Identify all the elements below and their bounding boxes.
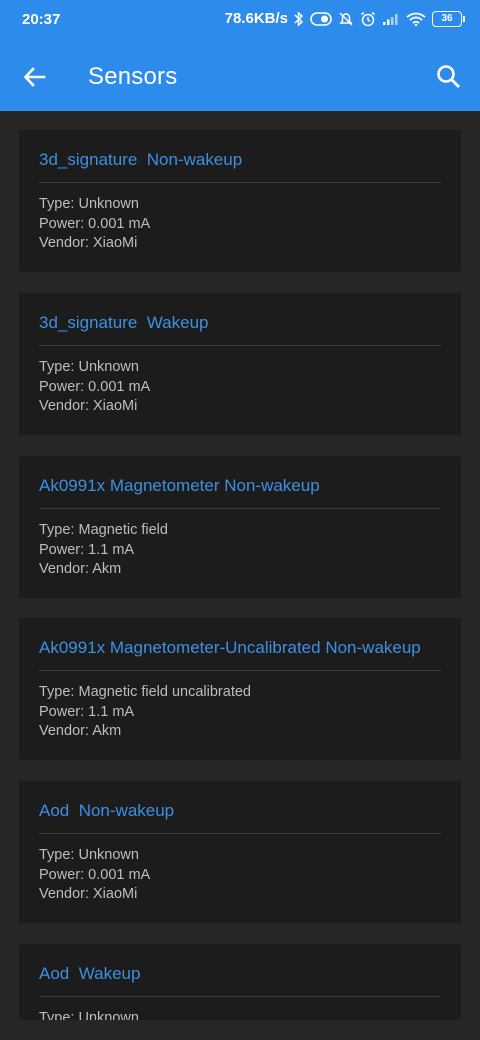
- sensor-power: Power: 1.1 mA: [39, 541, 135, 558]
- sensor-list[interactable]: 3d_signature Non-wakeup Type: Unknown Po…: [0, 111, 480, 1040]
- sensor-vendor: Vendor: Akm: [39, 723, 122, 739]
- sensor-name: Ak0991x Magnetometer-Uncalibrated Non-wa…: [39, 638, 421, 657]
- search-icon: [437, 65, 460, 88]
- sensor-name: Aod Wakeup: [39, 964, 141, 983]
- divider: [39, 182, 441, 183]
- sensor-card[interactable]: Aod Non-wakeup Type: Unknown Power: 0.00…: [19, 781, 461, 923]
- sensor-type: Type: Unknown: [39, 1010, 139, 1020]
- status-bar: 20:37 78.6KB/s 36: [0, 0, 480, 40]
- back-button[interactable]: [20, 62, 50, 92]
- sensor-vendor: Vendor: XiaoMi: [39, 235, 138, 251]
- battery-icon: 36: [432, 10, 465, 27]
- sensor-type: Type: Unknown: [39, 847, 139, 863]
- sensor-name: Ak0991x Magnetometer Non-wakeup: [39, 476, 320, 495]
- sensor-card[interactable]: Ak0991x Magnetometer Non-wakeup Type: Ma…: [19, 456, 461, 598]
- sensor-card[interactable]: Ak0991x Magnetometer-Uncalibrated Non-wa…: [19, 618, 461, 760]
- wifi-icon: [406, 12, 426, 26]
- sensor-vendor: Vendor: Akm: [39, 561, 122, 577]
- sensor-type: Type: Unknown: [39, 359, 139, 375]
- sensor-card[interactable]: 3d_signature Wakeup Type: Unknown Power:…: [19, 293, 461, 435]
- alarm-icon: [360, 11, 376, 27]
- sensor-name: 3d_signature Non-wakeup: [39, 150, 243, 169]
- sensor-card[interactable]: 3d_signature Non-wakeup Type: Unknown Po…: [19, 130, 461, 272]
- divider: [39, 996, 441, 997]
- sensor-type: Type: Unknown: [39, 196, 139, 212]
- status-icons: 78.6KB/s 36: [224, 10, 465, 27]
- sensor-card[interactable]: Aod Wakeup Type: Unknown: [19, 944, 461, 1020]
- page-title: Sensors: [88, 63, 178, 90]
- sensor-type: Type: Magnetic field: [39, 522, 168, 538]
- sensor-vendor: Vendor: XiaoMi: [39, 886, 138, 902]
- sensor-power: Power: 0.001 mA: [39, 378, 151, 395]
- sensor-power: Power: 1.1 mA: [39, 703, 135, 720]
- sensor-power: Power: 0.001 mA: [39, 866, 151, 883]
- divider: [39, 670, 441, 671]
- mute-icon: [338, 11, 354, 27]
- signal-icon: [382, 12, 400, 26]
- divider: [39, 345, 441, 346]
- network-speed: 78.6KB/s: [224, 10, 288, 27]
- sensor-vendor: Vendor: XiaoMi: [39, 398, 138, 414]
- divider: [39, 508, 441, 509]
- app-bar: 20:37 78.6KB/s 36 Sensors: [0, 0, 480, 111]
- search-button[interactable]: [434, 62, 464, 92]
- sensor-name: 3d_signature Wakeup: [39, 313, 209, 332]
- status-time: 20:37: [22, 11, 61, 28]
- sensor-name: Aod Non-wakeup: [39, 801, 175, 820]
- bluetooth-icon: [294, 10, 304, 27]
- sensor-power: Power: 0.001 mA: [39, 215, 151, 232]
- sensor-type: Type: Magnetic field uncalibrated: [39, 684, 251, 700]
- arrow-left-icon: [23, 67, 46, 87]
- toggle-icon: [310, 11, 332, 26]
- divider: [39, 833, 441, 834]
